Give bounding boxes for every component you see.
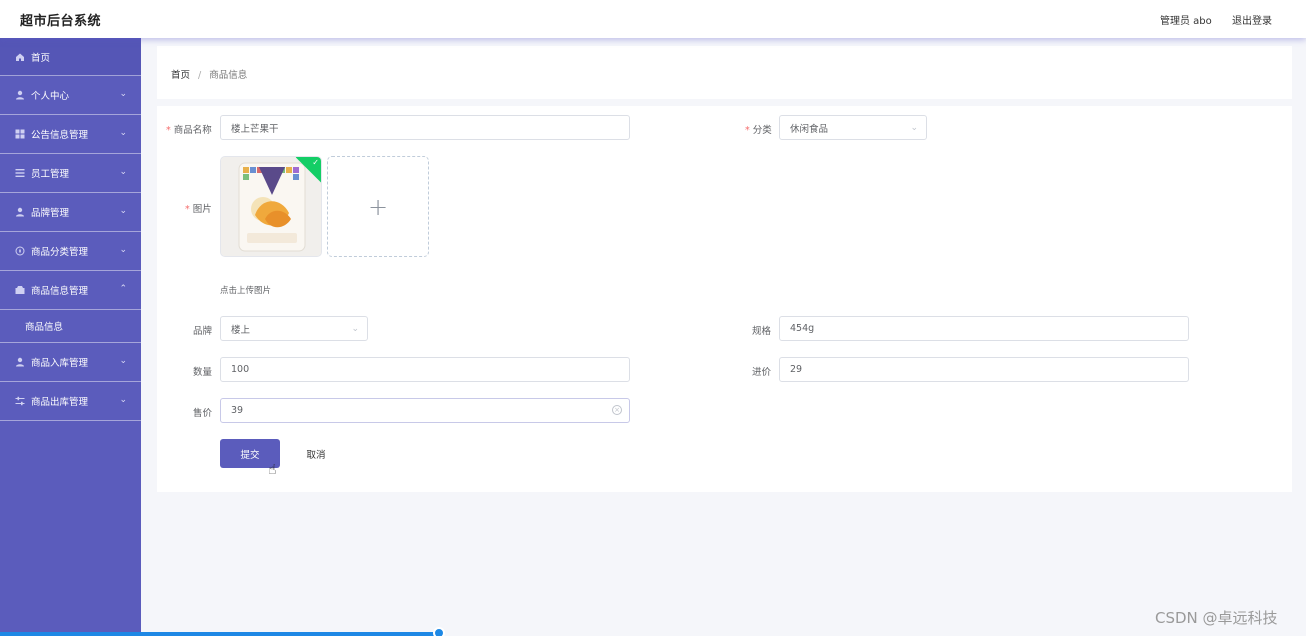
chevron-up-icon: ⌃ xyxy=(119,284,127,294)
grid-icon xyxy=(14,129,25,140)
upload-tip: 点击上传图片 xyxy=(220,286,272,296)
check-icon: ✓ xyxy=(312,158,319,167)
sidebar-item-label: 商品入库管理 xyxy=(31,358,89,369)
chevron-down-icon: ⌄ xyxy=(119,356,127,366)
brand-label: 品牌 xyxy=(193,326,213,337)
sidebar-item-label: 员工管理 xyxy=(31,169,70,180)
sidebar-item-stock-out[interactable]: 商品出库管理 ⌄ xyxy=(0,382,141,421)
image-label: * 图片 xyxy=(185,204,212,215)
sidebar-item-notice[interactable]: 公告信息管理 ⌄ xyxy=(0,115,141,154)
sale-price-label: 售价 xyxy=(193,408,213,419)
sidebar-item-label: 个人中心 xyxy=(31,91,70,102)
product-name-label: * 商品名称 xyxy=(166,125,212,136)
sidebar-item-product-info-group[interactable]: 商品信息管理 ⌃ xyxy=(0,271,141,310)
sidebar: 首页 个人中心 ⌄ 公告信息管理 ⌄ 员工管理 ⌄ 品牌管理 ⌄ 商品分类管理 … xyxy=(0,38,141,636)
box-icon xyxy=(14,285,25,296)
purchase-price-input[interactable]: 29 xyxy=(779,357,1189,382)
breadcrumb-home-link[interactable]: 首页 xyxy=(171,70,190,81)
sliders-icon xyxy=(14,396,25,407)
sidebar-item-label: 商品信息 xyxy=(25,322,64,333)
app-title: 超市后台系统 xyxy=(20,14,102,29)
cancel-button[interactable]: 取消 xyxy=(286,439,346,468)
progress-handle[interactable] xyxy=(433,627,445,636)
home-icon xyxy=(14,51,25,62)
category-label: * 分类 xyxy=(745,125,772,136)
product-form: * 商品名称 楼上芒果干 * 分类 休闲食品 ⌄ * 图片 ✓ + 点击上传图片 品牌… xyxy=(157,106,1292,492)
sidebar-item-staff[interactable]: 员工管理 ⌄ xyxy=(0,154,141,193)
sidebar-item-label: 公告信息管理 xyxy=(31,130,89,141)
image-upload-button[interactable]: + xyxy=(327,156,429,257)
breadcrumb: 首页 / 商品信息 xyxy=(171,67,247,81)
chevron-down-icon: ⌄ xyxy=(119,206,127,216)
top-header: 超市后台系统 管理员 abo 退出登录 xyxy=(0,0,1306,38)
sidebar-item-product-info[interactable]: 商品信息 xyxy=(0,310,141,343)
logout-link[interactable]: 退出登录 xyxy=(1232,12,1272,27)
hand-cursor-icon: ☝ xyxy=(268,462,277,478)
user-icon xyxy=(14,90,25,101)
sidebar-item-brand[interactable]: 品牌管理 ⌄ xyxy=(0,193,141,232)
current-user-label: 管理员 abo xyxy=(1160,16,1212,27)
spec-label: 规格 xyxy=(752,326,772,337)
user-icon xyxy=(14,207,25,218)
chevron-down-icon: ⌄ xyxy=(119,395,127,405)
breadcrumb-separator: / xyxy=(198,70,202,81)
breadcrumb-current: 商品信息 xyxy=(209,70,248,81)
spec-input[interactable]: 454g xyxy=(779,316,1189,341)
sidebar-item-category[interactable]: 商品分类管理 ⌄ xyxy=(0,232,141,271)
product-name-input[interactable]: 楼上芒果干 xyxy=(220,115,630,140)
sidebar-item-label: 商品信息管理 xyxy=(31,286,89,297)
breadcrumb-panel: 首页 / 商品信息 xyxy=(157,46,1292,99)
sale-price-input[interactable]: 39 × xyxy=(220,398,630,423)
brand-select[interactable]: 楼上 ⌄ xyxy=(220,316,368,341)
sidebar-item-label: 品牌管理 xyxy=(31,208,70,219)
clear-input-icon[interactable]: × xyxy=(612,405,622,415)
chevron-down-icon: ⌄ xyxy=(119,167,127,177)
plus-icon: + xyxy=(367,192,389,221)
chevron-down-icon: ⌄ xyxy=(119,245,127,255)
chevron-down-icon: ⌄ xyxy=(351,324,359,334)
sidebar-item-label: 首页 xyxy=(31,52,51,64)
sidebar-item-stock-in[interactable]: 商品入库管理 ⌄ xyxy=(0,343,141,382)
sidebar-item-label: 商品分类管理 xyxy=(31,247,89,258)
chevron-down-icon: ⌄ xyxy=(119,89,127,99)
uploaded-image-thumbnail[interactable]: ✓ xyxy=(220,156,322,257)
chevron-down-icon: ⌄ xyxy=(119,128,127,138)
sidebar-item-profile[interactable]: 个人中心 ⌄ xyxy=(0,76,141,115)
quantity-input[interactable]: 100 xyxy=(220,357,630,382)
user-icon xyxy=(14,357,25,368)
quantity-label: 数量 xyxy=(193,367,213,378)
category-select[interactable]: 休闲食品 ⌄ xyxy=(779,115,927,140)
progress-bar xyxy=(0,632,440,636)
purchase-price-label: 进价 xyxy=(752,367,772,378)
sidebar-item-label: 商品出库管理 xyxy=(31,397,89,408)
mango-package-image xyxy=(221,157,321,256)
sidebar-item-home[interactable]: 首页 xyxy=(0,38,141,76)
chevron-down-icon: ⌄ xyxy=(910,123,918,133)
compass-icon xyxy=(14,246,25,257)
watermark: CSDN @卓远科技 xyxy=(1155,609,1278,627)
list-icon xyxy=(14,168,25,179)
